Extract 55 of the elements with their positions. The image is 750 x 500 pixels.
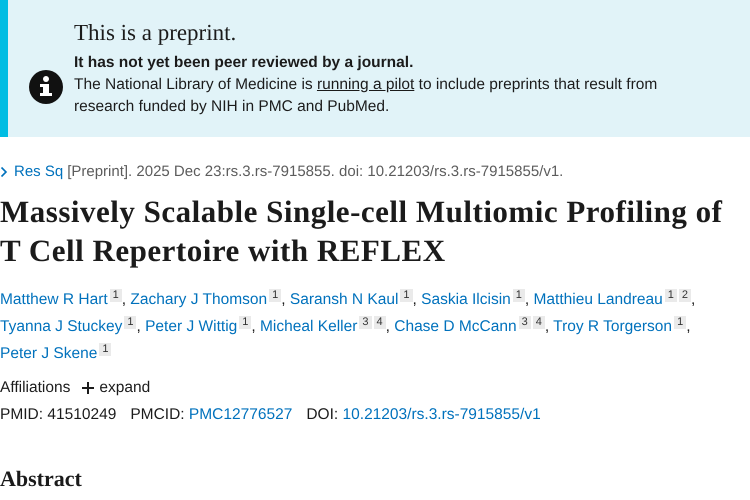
notice-subtitle: It has not yet been peer reviewed by a journal. [74, 53, 414, 73]
separator: , [544, 318, 550, 335]
separator: , [386, 318, 390, 335]
author-link[interactable]: Troy R Torgerson [553, 318, 672, 335]
abstract-heading: Abstract [0, 466, 83, 492]
author-link[interactable]: Micheal Keller [260, 318, 358, 335]
affiliation-number[interactable]: 1 [674, 316, 686, 329]
journal-name: Res Sq [14, 163, 64, 180]
affiliation-number[interactable]: 1 [99, 343, 112, 356]
author-link[interactable]: Peter J Wittig [145, 318, 238, 335]
separator: , [122, 291, 126, 308]
affiliation-number[interactable]: 3 [518, 316, 531, 329]
article-title: Massively Scalable Single-cell Multiomic Profiling of T Cell Repertoire with REFLEX [0, 193, 724, 270]
separator: , [251, 318, 256, 335]
plus-icon [82, 382, 94, 394]
affiliation-number[interactable]: 1 [110, 289, 122, 302]
identifier-label: PMID: [0, 406, 44, 423]
author-link[interactable]: Zachary J Thomson [130, 291, 268, 308]
identifier-link[interactable]: 10.21203/rs.3.rs-7915855/v1 [342, 406, 541, 423]
expand-button[interactable]: expand [82, 379, 150, 397]
affiliation-number[interactable]: 1 [512, 289, 525, 302]
affiliation-number[interactable]: 2 [678, 289, 692, 302]
affiliation-number[interactable]: 4 [374, 316, 386, 329]
affiliations-label: Affiliations [0, 379, 70, 397]
affiliation-number[interactable]: 3 [359, 316, 372, 329]
notice-text: The National Library of Medicine is running a pilot to include preprints that result from research funded by NIH in PMC and PubMed. [74, 75, 658, 117]
author-link[interactable]: Matthew R Hart [0, 291, 108, 308]
info-icon [28, 69, 64, 105]
separator: , [691, 291, 696, 308]
separator: , [412, 291, 417, 308]
pilot-link[interactable]: running a pilot [316, 76, 414, 93]
identifier-label: PMCID: [130, 406, 185, 423]
citation-text: [Preprint]. 2025 Dec 23:rs.3.rs-7915855. doi: 10.21203/rs.3.rs-7915855/v1. [67, 163, 564, 180]
affiliation-number[interactable]: 1 [400, 289, 413, 302]
identifier-value: 41510249 [47, 406, 116, 423]
identifier-link[interactable]: PMC12776527 [188, 406, 292, 423]
journal-link[interactable]: Res Sq [0, 163, 64, 180]
affiliation-number[interactable]: 1 [269, 289, 282, 302]
author-link[interactable]: Tyanna J Stuckey [0, 318, 122, 335]
separator: , [524, 291, 530, 308]
affiliation-number[interactable]: 1 [239, 316, 252, 329]
separator: , [686, 318, 690, 335]
author-link[interactable]: Chase D McCann [394, 318, 517, 335]
author-link[interactable]: Saskia Ilcisin [421, 291, 511, 308]
notice-title: This is a preprint. [74, 20, 238, 46]
author-link[interactable]: Matthieu Landreau [534, 291, 663, 308]
separator: , [281, 291, 286, 308]
chevron-icon [0, 166, 8, 178]
affiliation-number[interactable]: 4 [532, 316, 545, 329]
affiliation-number[interactable]: 1 [664, 289, 677, 302]
identifier-label: DOI: [306, 406, 338, 423]
author-link[interactable]: Saransh N Kaul [290, 291, 398, 308]
affiliation-number[interactable]: 1 [124, 316, 136, 329]
author-link[interactable]: Peter J Skene [0, 345, 98, 362]
separator: , [136, 318, 141, 335]
